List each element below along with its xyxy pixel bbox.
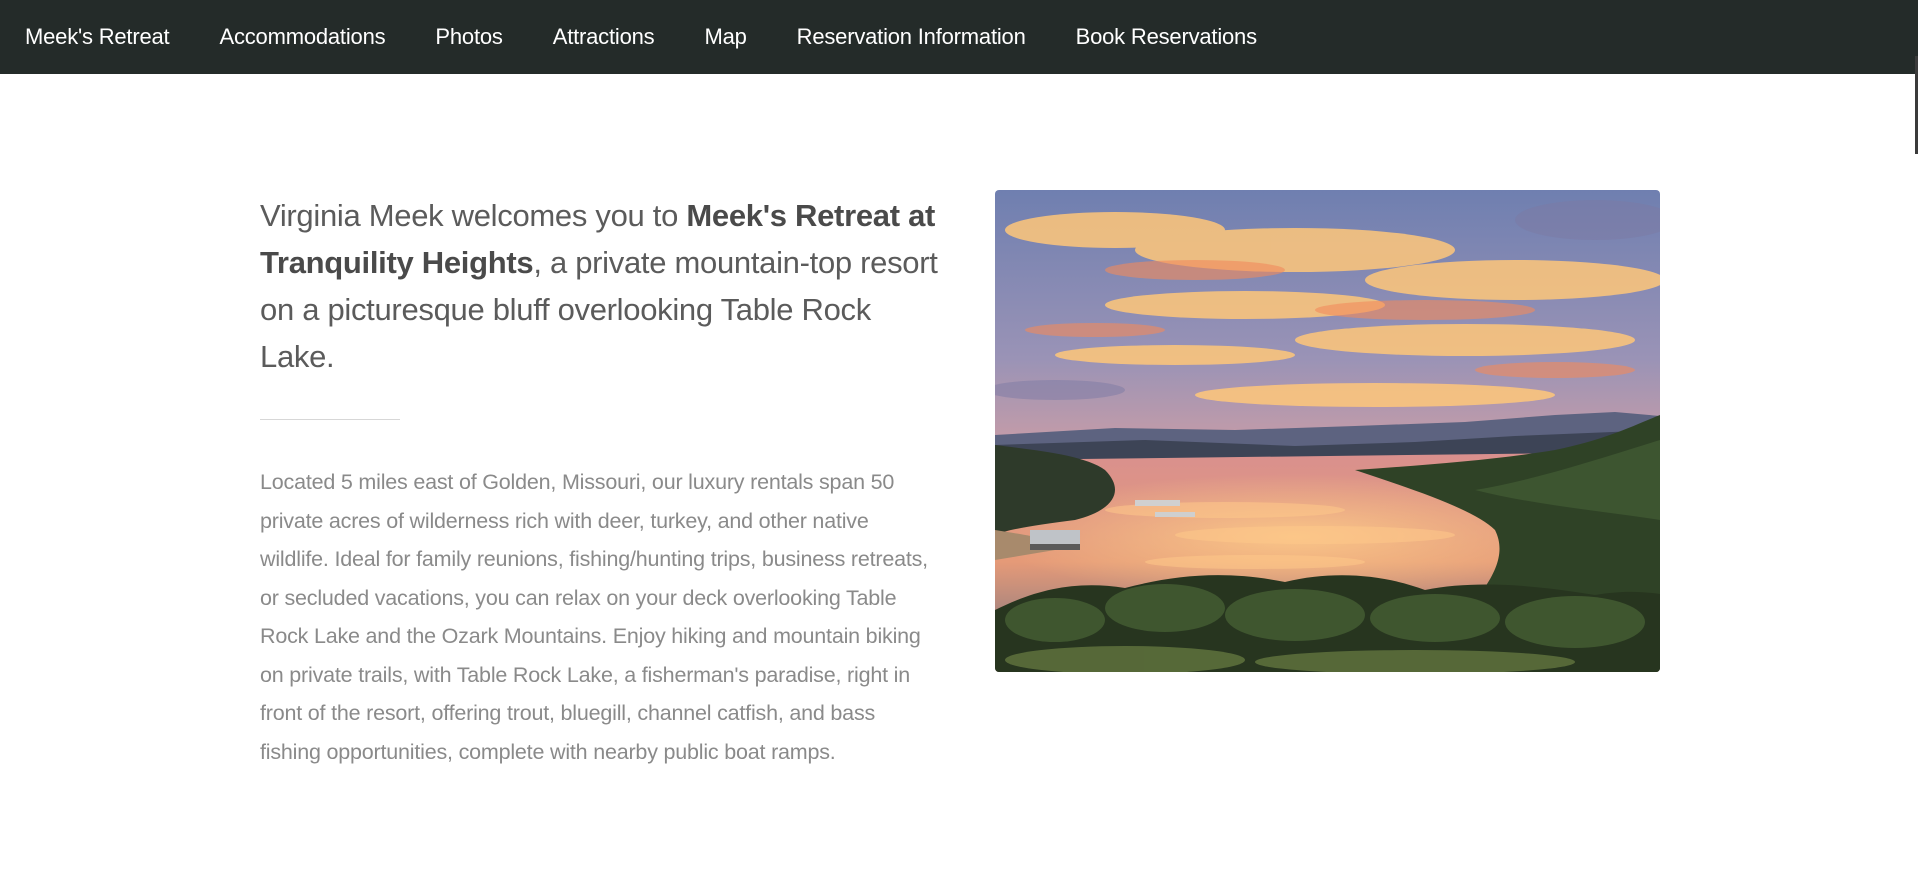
section-divider <box>260 419 400 420</box>
nav-map-link[interactable]: Map <box>704 24 746 50</box>
lake-sunset-photo <box>995 190 1660 672</box>
intro-body: Located 5 miles east of Golden, Missouri… <box>260 470 928 764</box>
nav-accommodations-link[interactable]: Accommodations <box>219 24 385 50</box>
nav-photos-link[interactable]: Photos <box>435 24 502 50</box>
intro-lead: Virginia Meek welcomes you to Meek's Ret… <box>260 192 940 380</box>
nav-book-reservations-link[interactable]: Book Reservations <box>1076 24 1257 50</box>
top-navbar: Meek's Retreat Accommodations Photos Att… <box>0 0 1918 74</box>
nav-reservation-info-link[interactable]: Reservation Information <box>797 24 1026 50</box>
nav-attractions-link[interactable]: Attractions <box>553 24 655 50</box>
nav-home-link[interactable]: Meek's Retreat <box>25 24 170 50</box>
intro-section: Virginia Meek welcomes you to Meek's Ret… <box>260 192 940 771</box>
main-content: Virginia Meek welcomes you to Meek's Ret… <box>0 74 1918 878</box>
lead-prefix: Virginia Meek welcomes you to <box>260 198 687 233</box>
